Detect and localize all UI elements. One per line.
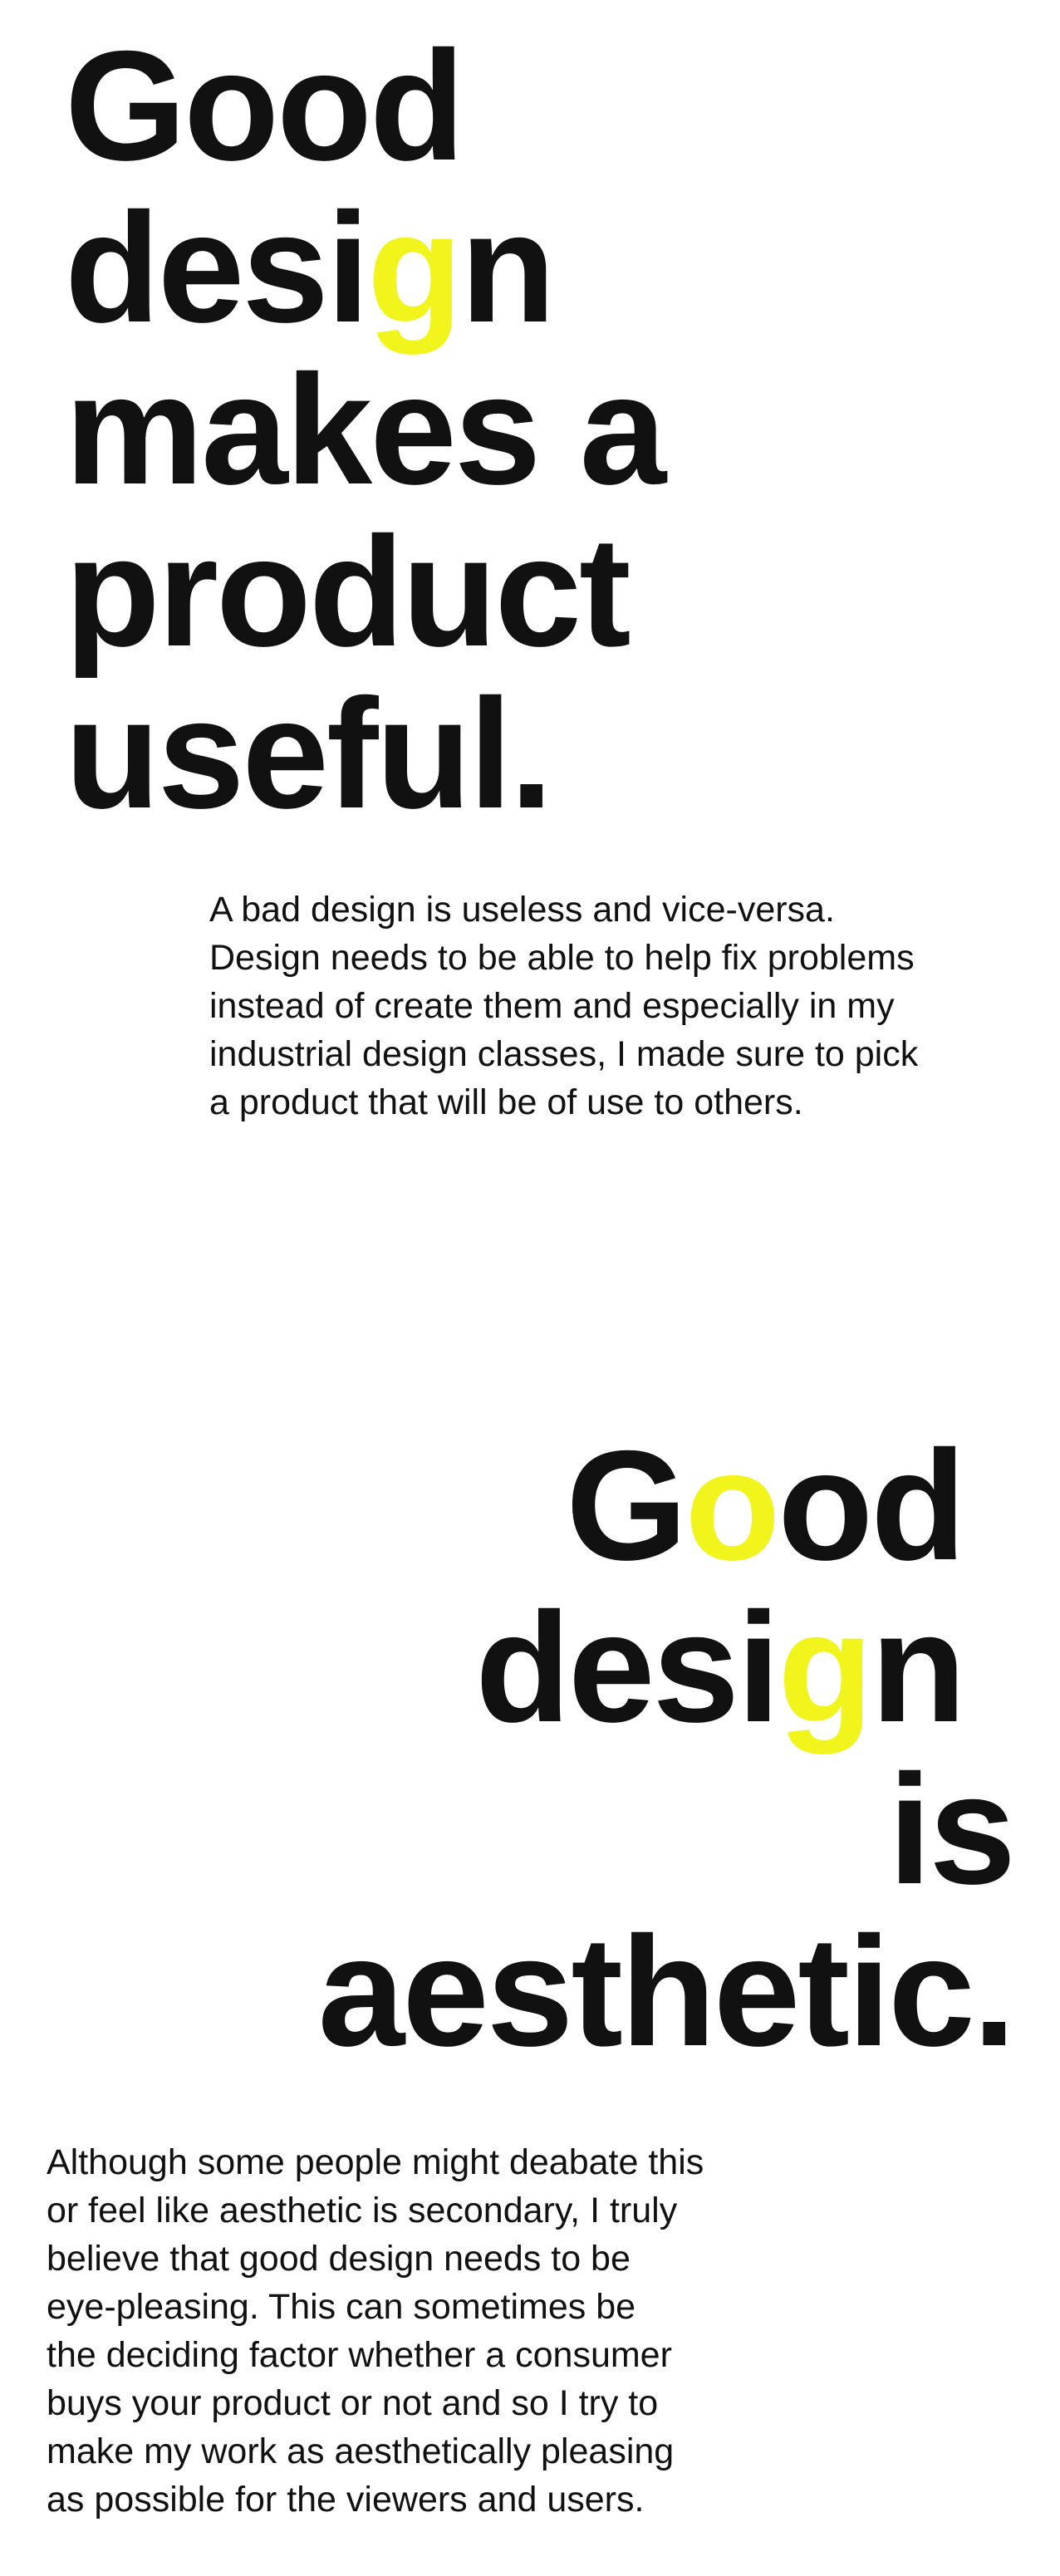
paragraph-line: believe that good design needs to be xyxy=(47,2239,631,2279)
paragraph-line: the deciding factor whether a consumer xyxy=(47,2335,672,2375)
paragraph-line: industrial design classes, I made sure t… xyxy=(209,1034,919,1074)
headline-line: makes a xyxy=(65,342,666,517)
headline-line: useful. xyxy=(65,666,553,841)
paragraph-line: Although some people might deabate this xyxy=(47,2142,704,2182)
headline-line: aesthetic. xyxy=(317,1904,1016,2078)
headline-line: Good xyxy=(65,18,465,193)
headline-useful: Good design makes a product useful. xyxy=(65,18,666,841)
paragraph-line: buys your product or not and so I try to xyxy=(47,2383,659,2423)
paragraph-line: Design needs to be able to help fix prob… xyxy=(209,938,915,978)
paragraph-line: or feel like aesthetic is secondary, I t… xyxy=(47,2191,678,2230)
paragraph-line: a product that will be of use to others. xyxy=(209,1082,803,1122)
paragraph-line: as possible for the viewers and users. xyxy=(47,2480,645,2520)
highlighted-letter: g xyxy=(367,180,463,355)
headline-line: product xyxy=(65,504,631,679)
headline-fragment: n xyxy=(460,180,556,355)
headline-fragment: desi xyxy=(475,1580,780,1754)
headline-line: is xyxy=(888,1742,1016,1916)
paragraph-line: A bad design is useless and vice-versa. xyxy=(209,890,835,930)
paragraph-line: instead of create them and especially in… xyxy=(209,986,895,1026)
headline-fragment: od xyxy=(778,1418,966,1592)
paragraph-line: make my work as aesthetically pleasing xyxy=(47,2431,675,2471)
paragraph-line: eye-pleasing. This can sometimes be xyxy=(47,2287,636,2327)
headline-line: design xyxy=(65,187,664,349)
headline-fragment: desi xyxy=(65,180,370,355)
headline-line: Good xyxy=(318,1425,1013,1587)
headline-aesthetic: Good design is aesthetic. xyxy=(317,1425,1016,2078)
headline-line: design xyxy=(318,1587,1013,1749)
body-paragraph-useful: A bad design is useless and vice-versa. … xyxy=(209,886,918,1126)
body-paragraph-aesthetic: Although some people might deabate this … xyxy=(47,2138,704,2524)
highlighted-letter: o xyxy=(685,1418,780,1592)
headline-fragment: G xyxy=(566,1418,687,1592)
highlighted-letter: g xyxy=(778,1580,873,1754)
headline-fragment: n xyxy=(871,1580,966,1754)
